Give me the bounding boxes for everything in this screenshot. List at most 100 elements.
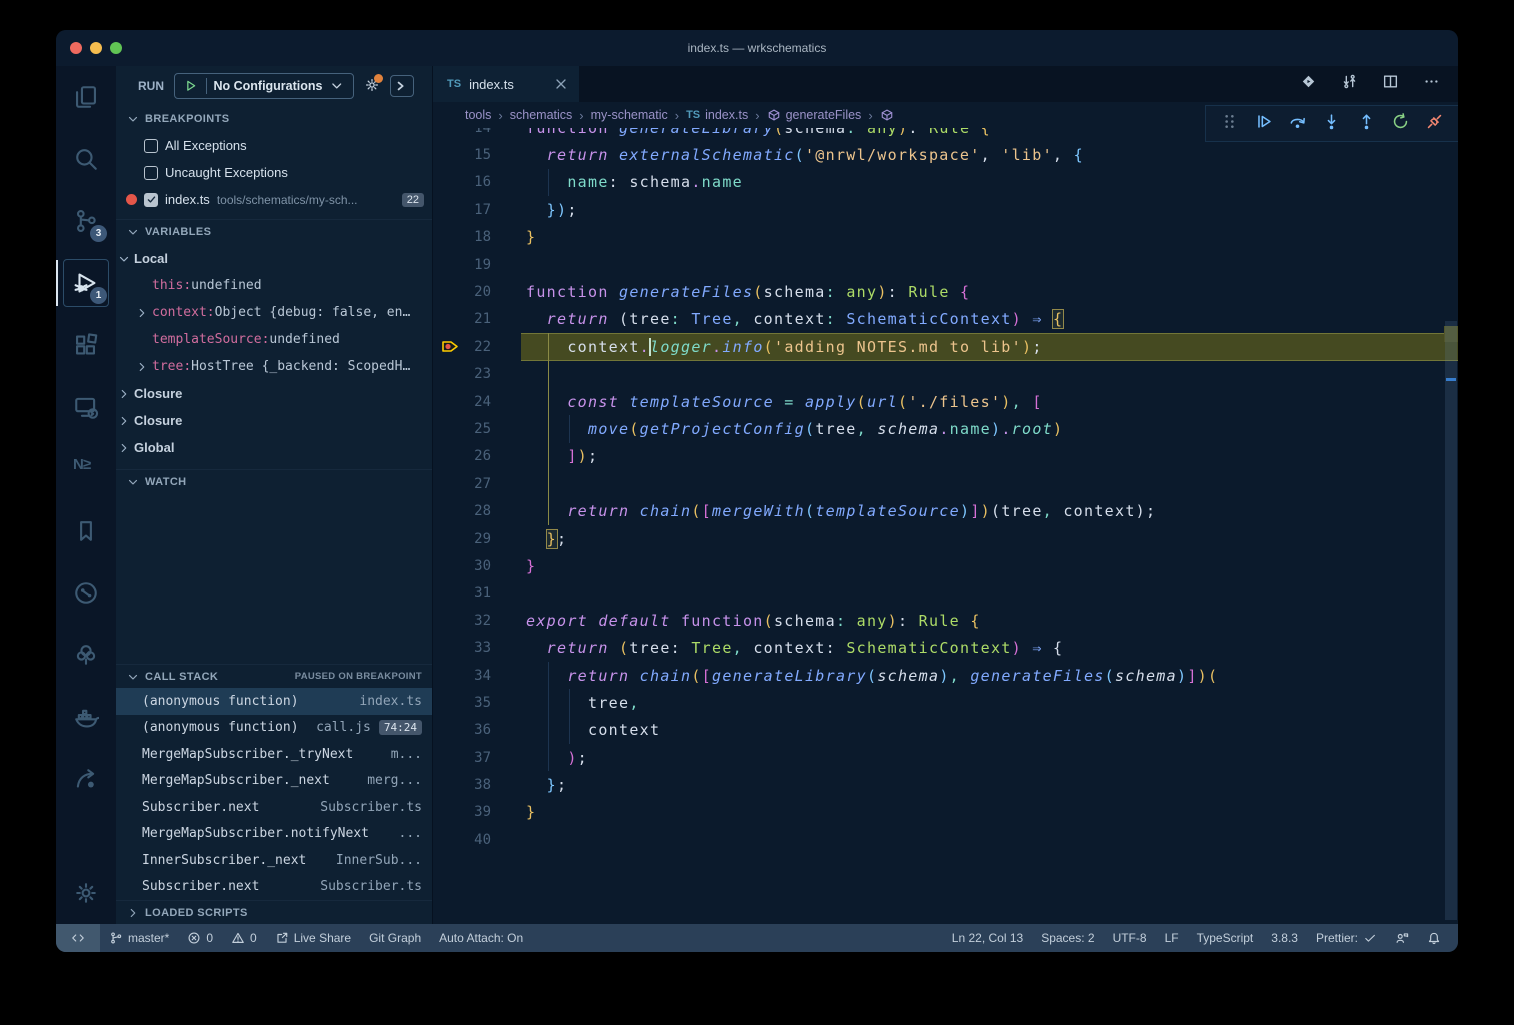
code-line[interactable]: 16 name: schema.name: [433, 169, 1458, 196]
chevron-right-icon[interactable]: [135, 360, 149, 374]
variable-row[interactable]: Global: [116, 434, 432, 461]
start-debug-icon[interactable]: [183, 78, 199, 94]
code-line[interactable]: 22 context.logger.info('adding NOTES.md …: [433, 333, 1458, 360]
restart-button[interactable]: [1391, 112, 1410, 136]
configure-gear-button[interactable]: [364, 77, 380, 96]
callstack-row[interactable]: Subscriber.nextSubscriber.ts: [116, 794, 432, 821]
step-into-button[interactable]: [1322, 112, 1341, 136]
code-line[interactable]: 18}: [433, 224, 1458, 251]
code-line[interactable]: 27: [433, 470, 1458, 497]
split-editor-icon[interactable]: [1382, 73, 1399, 95]
callstack-row[interactable]: InnerSubscriber._nextInnerSub...: [116, 847, 432, 874]
variable-row[interactable]: Closure: [116, 380, 432, 407]
code-line[interactable]: 36 context: [433, 717, 1458, 744]
code-line[interactable]: 15 return externalSchematic('@nrwl/works…: [433, 141, 1458, 168]
code-line[interactable]: 28 return chain([mergeWith(templateSourc…: [433, 497, 1458, 524]
variable-row[interactable]: Local: [116, 245, 432, 272]
status-feedback[interactable]: [1386, 924, 1418, 952]
status-eol[interactable]: LF: [1156, 924, 1188, 952]
code-line[interactable]: 24 const templateSource = apply(url('./f…: [433, 388, 1458, 415]
chevron-right-icon[interactable]: [117, 387, 131, 401]
callstack-row[interactable]: MergeMapSubscriber._nextmerg...: [116, 768, 432, 795]
debug-console-button[interactable]: [390, 75, 414, 97]
launch-configuration-dropdown[interactable]: No Configurations: [174, 73, 354, 99]
disconnect-button[interactable]: [1425, 112, 1444, 136]
compare-changes-icon[interactable]: [1341, 73, 1358, 95]
breakpoint-checkbox[interactable]: [144, 193, 158, 207]
variable-row[interactable]: tree: HostTree {_backend: ScopedH…: [116, 353, 432, 380]
close-tab-icon[interactable]: [553, 76, 569, 92]
title-bar[interactable]: index.ts — wrkschematics: [56, 30, 1458, 66]
continue-button[interactable]: [1254, 112, 1273, 136]
activity-item-live-share[interactable]: [56, 748, 116, 810]
activity-item-testing[interactable]: [56, 624, 116, 686]
breakpoint-row[interactable]: Uncaught Exceptions: [116, 159, 432, 186]
breakpoint-row[interactable]: All Exceptions: [116, 132, 432, 159]
code-line[interactable]: 37 );: [433, 744, 1458, 771]
status-encoding[interactable]: UTF-8: [1104, 924, 1156, 952]
breakpoint-row[interactable]: index.tstools/schematics/my-sch...22: [116, 186, 432, 213]
breakpoints-section-header[interactable]: BREAKPOINTS: [116, 106, 432, 130]
watch-section-header[interactable]: WATCH: [116, 469, 432, 493]
status-language-mode[interactable]: TypeScript: [1188, 924, 1263, 952]
status-git-branch[interactable]: master*: [100, 924, 178, 952]
code-line[interactable]: 35 tree,: [433, 689, 1458, 716]
call-stack-section-header[interactable]: CALL STACK PAUSED ON BREAKPOINT: [116, 664, 432, 688]
tab-index-ts[interactable]: TS index.ts: [433, 66, 579, 102]
variables-section-header[interactable]: VARIABLES: [116, 219, 432, 243]
step-out-button[interactable]: [1357, 112, 1376, 136]
code-line[interactable]: 34 return chain([generateLibrary(schema)…: [433, 662, 1458, 689]
activity-item-settings[interactable]: [56, 862, 116, 924]
variable-row[interactable]: templateSource: undefined: [116, 326, 432, 353]
status-remote-indicator[interactable]: [56, 924, 100, 952]
activity-item-source-control[interactable]: 3: [56, 190, 116, 252]
breadcrumb-item-schematics[interactable]: schematics: [510, 108, 573, 122]
activity-item-nx-console[interactable]: N≥: [56, 438, 116, 500]
scrollbar[interactable]: [1444, 128, 1458, 924]
callstack-row[interactable]: MergeMapSubscriber.notifyNext...: [116, 821, 432, 848]
callstack-row[interactable]: (anonymous function)call.js74:24: [116, 715, 432, 742]
callstack-row[interactable]: MergeMapSubscriber._tryNextm...: [116, 741, 432, 768]
code-line[interactable]: 20function generateFiles(schema: any): R…: [433, 278, 1458, 305]
breadcrumb-item-function[interactable]: [880, 108, 899, 122]
status-auto-attach[interactable]: Auto Attach: On: [430, 924, 532, 952]
code-line[interactable]: 26 ]);: [433, 443, 1458, 470]
activity-item-explorer[interactable]: [56, 66, 116, 128]
chevron-right-icon[interactable]: [135, 306, 149, 320]
status-live-share[interactable]: Live Share: [266, 924, 360, 952]
activity-item-bookmarks[interactable]: [56, 500, 116, 562]
code-line[interactable]: 38 };: [433, 771, 1458, 798]
status-notifications[interactable]: [1418, 924, 1450, 952]
variable-row[interactable]: this: undefined: [116, 272, 432, 299]
breadcrumb-item-generateFiles[interactable]: generateFiles: [767, 108, 862, 122]
loaded-scripts-section-header[interactable]: LOADED SCRIPTS: [116, 900, 432, 924]
activity-item-docker[interactable]: [56, 686, 116, 748]
status-warnings[interactable]: 0: [222, 924, 266, 952]
status-ts-version[interactable]: 3.8.3: [1262, 924, 1307, 952]
code-line[interactable]: 25 move(getProjectConfig(tree, schema.na…: [433, 415, 1458, 442]
breadcrumb-item-tools[interactable]: tools: [465, 108, 491, 122]
variable-row[interactable]: context: Object {debug: false, en…: [116, 299, 432, 326]
step-over-button[interactable]: [1288, 112, 1307, 136]
chevron-down-icon[interactable]: [117, 252, 131, 266]
status-indentation[interactable]: Spaces: 2: [1032, 924, 1103, 952]
activity-item-search[interactable]: [56, 128, 116, 190]
chevron-right-icon[interactable]: [117, 414, 131, 428]
scrollbar-slider[interactable]: [1445, 321, 1457, 920]
code-line[interactable]: 39}: [433, 799, 1458, 826]
code-line[interactable]: 31: [433, 580, 1458, 607]
status-cursor-position[interactable]: Ln 22, Col 13: [943, 924, 1032, 952]
more-actions-icon[interactable]: [1423, 73, 1440, 95]
code-line[interactable]: 23: [433, 361, 1458, 388]
activity-item-run-debug[interactable]: 1: [56, 252, 116, 314]
code-line[interactable]: 40: [433, 826, 1458, 853]
code-line[interactable]: 33 return (tree: Tree, context: Schemati…: [433, 634, 1458, 661]
breadcrumb-item-my-schematic[interactable]: my-schematic: [591, 108, 668, 122]
variable-row[interactable]: Closure: [116, 407, 432, 434]
activity-item-extensions[interactable]: [56, 314, 116, 376]
callstack-row[interactable]: (anonymous function)index.ts: [116, 688, 432, 715]
callstack-row[interactable]: Subscriber.nextSubscriber.ts: [116, 874, 432, 901]
status-errors[interactable]: 0: [178, 924, 222, 952]
breadcrumb-item-index.ts[interactable]: TSindex.ts: [686, 108, 748, 122]
breakpoint-checkbox[interactable]: [144, 139, 158, 153]
